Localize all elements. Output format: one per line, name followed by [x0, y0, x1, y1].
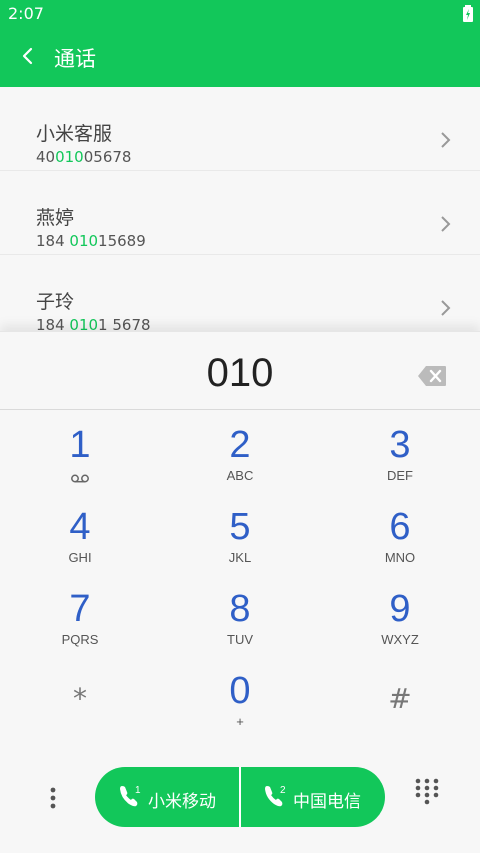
contact-row[interactable]: 燕婷 184 01015689 — [0, 171, 480, 255]
status-bar: 2:07 — [0, 0, 480, 28]
voicemail-icon — [71, 474, 89, 483]
key-0[interactable]: 0 + — [160, 662, 320, 744]
contact-name: 小米客服 — [36, 123, 113, 145]
svg-text:2: 2 — [280, 785, 286, 796]
contact-number: 4001005678 — [36, 148, 132, 166]
key-star[interactable]: * — [0, 662, 160, 744]
dialpad-toggle-icon[interactable] — [414, 777, 440, 807]
back-arrow-icon[interactable] — [16, 44, 40, 68]
dialed-number: 010 — [206, 351, 274, 395]
contact-name: 燕婷 — [36, 207, 75, 229]
key-8[interactable]: 8 TUV — [160, 580, 320, 662]
key-hash[interactable]: # — [320, 662, 480, 744]
dial-display: 010 — [0, 332, 480, 410]
contact-name: 子玲 — [36, 291, 75, 313]
more-vertical-icon[interactable] — [45, 786, 61, 810]
contact-number: 184 01015689 — [36, 232, 146, 250]
app-bar: 通话 — [0, 28, 480, 87]
backspace-icon[interactable] — [417, 365, 447, 387]
key-3[interactable]: 3 DEF — [320, 416, 480, 498]
key-2[interactable]: 2 ABC — [160, 416, 320, 498]
call-sim1-button[interactable]: 1 小米移动 — [95, 767, 240, 827]
contact-row[interactable]: 子玲 184 0101 5678 — [0, 255, 480, 332]
phone-sim1-icon: 1 — [120, 785, 141, 807]
battery-charging-icon — [463, 5, 473, 22]
contact-number: 184 0101 5678 — [36, 316, 151, 332]
chevron-right-icon[interactable] — [438, 299, 452, 317]
contact-suggestion-list: 小米客服 4001005678 燕婷 184 01015689 子玲 184 0… — [0, 87, 480, 332]
sim2-label: 中国电信 — [293, 792, 361, 812]
key-6[interactable]: 6 MNO — [320, 498, 480, 580]
call-buttons: 1 小米移动 2 中国电信 — [95, 767, 385, 827]
key-1[interactable]: 1 — [0, 416, 160, 498]
status-time: 2:07 — [8, 4, 44, 23]
key-4[interactable]: 4 GHI — [0, 498, 160, 580]
phone-sim2-icon: 2 — [265, 785, 286, 807]
dialpad: 010 1 2 ABC 3 DEF 4 GHI 5 JKL 6 MNO 7 PQ… — [0, 331, 480, 853]
key-5[interactable]: 5 JKL — [160, 498, 320, 580]
call-sim2-button[interactable]: 2 中国电信 — [240, 767, 385, 827]
page-title: 通话 — [54, 47, 96, 71]
sim1-label: 小米移动 — [148, 792, 216, 812]
key-9[interactable]: 9 WXYZ — [320, 580, 480, 662]
svg-text:1: 1 — [135, 785, 141, 796]
chevron-right-icon[interactable] — [438, 215, 452, 233]
key-7[interactable]: 7 PQRS — [0, 580, 160, 662]
contact-row[interactable]: 小米客服 4001005678 — [0, 87, 480, 171]
chevron-right-icon[interactable] — [438, 131, 452, 149]
call-bar: 1 小米移动 2 中国电信 — [0, 762, 480, 832]
